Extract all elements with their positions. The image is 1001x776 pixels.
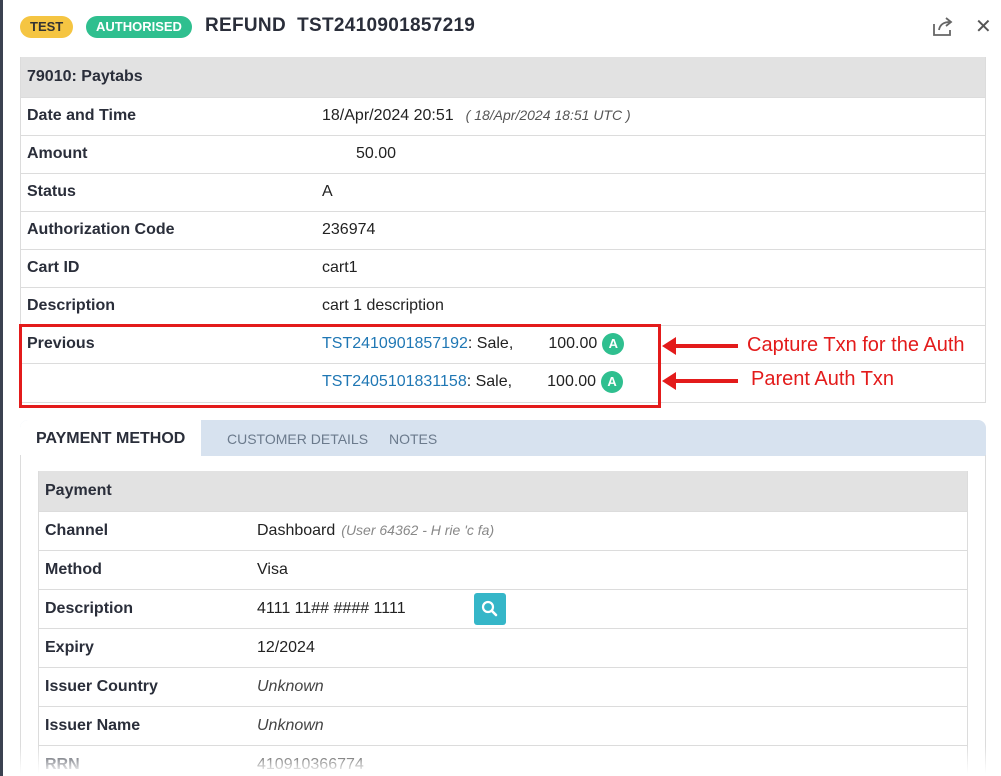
annotation-parent: Parent Auth Txn — [751, 368, 895, 390]
transaction-modal: TEST AUTHORISED REFUND TST2410901857219 … — [3, 0, 1001, 776]
table-row: Issuer Country Unknown — [38, 666, 968, 706]
payment-section-title: Payment — [38, 471, 968, 511]
method-label: Method — [38, 549, 250, 589]
date-utc: ( 18/Apr/2024 18:51 UTC ) — [465, 107, 631, 123]
expiry-value: 12/2024 — [250, 627, 968, 667]
test-badge: TEST — [20, 16, 74, 38]
close-icon[interactable]: ✕ — [975, 17, 992, 37]
channel-value: Dashboard — [257, 521, 336, 539]
date-value: 18/Apr/2024 20:51 — [322, 107, 454, 124]
rrn-label: RRN — [38, 744, 250, 776]
table-row: Cart ID cart1 — [20, 248, 986, 287]
description-label: Description — [20, 286, 315, 325]
table-row: Description 4111 11## #### 1111 — [38, 588, 968, 628]
table-row: Authorization Code 236974 — [20, 210, 986, 249]
annotation-capture: Capture Txn for the Auth — [747, 334, 965, 356]
table-row: Expiry 12/2024 — [38, 627, 968, 667]
channel-user: (User 64362 - H rie 'c fa) — [341, 521, 495, 538]
amount-value: 50.00 — [355, 145, 396, 162]
rrn-value: 410910366774 — [250, 744, 968, 776]
search-icon — [481, 600, 498, 616]
auth-code-value: 236974 — [315, 210, 986, 249]
status-badge: AUTHORISED — [86, 16, 192, 38]
issuer-name-value: Unknown — [250, 705, 968, 745]
table-row: Description cart 1 description — [20, 286, 986, 325]
card-description-label: Description — [38, 588, 250, 628]
issuer-country-value: Unknown — [250, 666, 968, 706]
payment-table: Payment Channel Dashboard (User 64362 - H… — [38, 471, 968, 776]
section-title: 79010: Paytabs — [20, 57, 986, 97]
tab-notes[interactable]: NOTES — [389, 420, 437, 456]
table-row: RRN 410910366774 — [38, 744, 968, 776]
annotation-highlight-box — [19, 324, 661, 408]
tab-payment-method[interactable]: PAYMENT METHOD — [20, 420, 202, 456]
page-title: REFUND TST2410901857219 — [205, 15, 476, 36]
annotation-arrow-capture — [662, 337, 738, 355]
table-row: Channel Dashboard (User 64362 - H rie 'c … — [38, 510, 968, 550]
date-label: Date and Time — [20, 96, 315, 135]
issuer-country-label: Issuer Country — [38, 666, 250, 706]
status-label: Status — [20, 172, 315, 211]
auth-code-label: Authorization Code — [20, 210, 315, 249]
expiry-label: Expiry — [38, 627, 250, 667]
issuer-name-label: Issuer Name — [38, 705, 250, 745]
annotation-arrow-parent — [662, 372, 738, 390]
table-row: Issuer Name Unknown — [38, 705, 968, 745]
details-tabs: PAYMENT METHOD CUSTOMER DETAILS NOTES — [20, 420, 986, 456]
card-search-button[interactable] — [474, 592, 507, 625]
modal-header: TEST AUTHORISED REFUND TST2410901857219 … — [3, 0, 1001, 56]
amount-label: Amount — [20, 134, 315, 173]
method-value: Visa — [250, 549, 968, 589]
table-row: Method Visa — [38, 549, 968, 589]
status-value: A — [315, 172, 986, 211]
card-number: 4111 11## #### 1111 — [257, 599, 406, 617]
cart-id-label: Cart ID — [20, 248, 315, 287]
tab-customer-details[interactable]: CUSTOMER DETAILS — [227, 420, 368, 456]
channel-label: Channel — [38, 510, 250, 550]
cart-id-value: cart1 — [315, 248, 986, 287]
table-row: Status A — [20, 172, 986, 211]
description-value: cart 1 description — [315, 286, 986, 325]
table-row: Date and Time 18/Apr/2024 20:51 ( 18/Apr/… — [20, 96, 986, 135]
table-row: Amount 50.00 — [20, 134, 986, 173]
share-icon[interactable] — [931, 16, 955, 43]
